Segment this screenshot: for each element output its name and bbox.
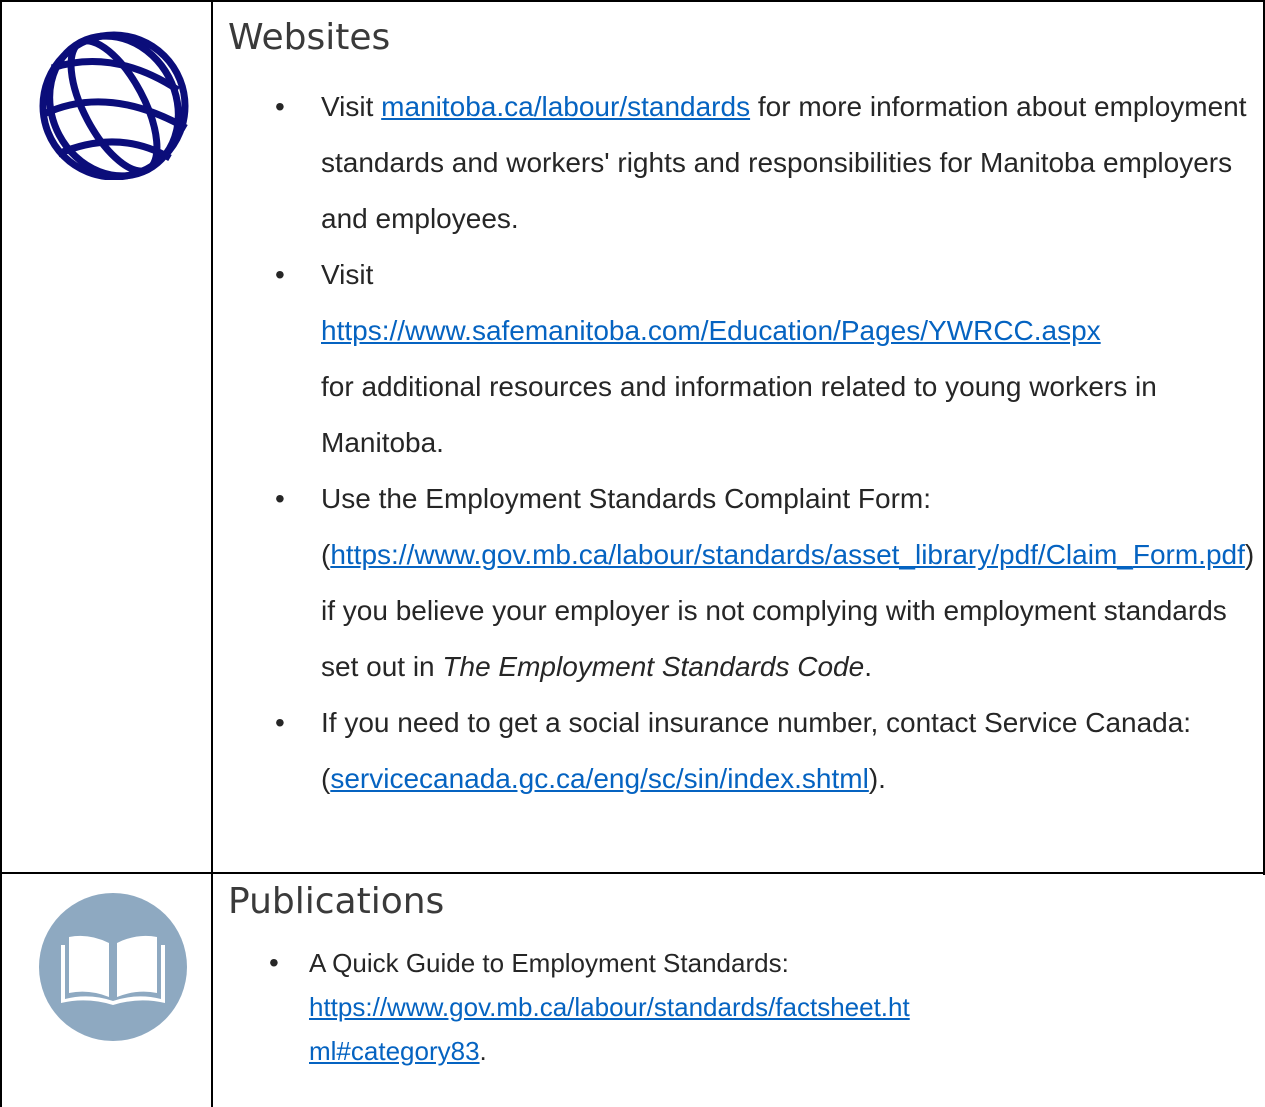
item-text-post: for additional resources and information… [321, 371, 1157, 458]
link-complaint-form[interactable]: https://www.gov.mb.ca/labour/standards/a… [330, 539, 1245, 570]
websites-heading: Websites [228, 17, 391, 58]
item-text-post: ). [868, 763, 886, 794]
open-book-icon [39, 893, 187, 1041]
table-divider-horizontal [0, 872, 1265, 874]
code-title: The Employment Standards Code [442, 651, 865, 682]
table-border-top [0, 0, 1265, 2]
list-item: • If you need to get a social insurance … [275, 695, 1255, 807]
bullet-icon: • [269, 947, 279, 978]
list-item: • A Quick Guide to Employment Standards:… [269, 941, 1209, 1073]
item-text-pre: Visit [321, 259, 374, 290]
globe-icon [38, 28, 190, 184]
item-text-pre: Visit [321, 91, 382, 122]
bullet-icon: • [275, 483, 285, 514]
link-part-2: Form.pdf [1132, 539, 1245, 570]
publications-list: • A Quick Guide to Employment Standards:… [269, 941, 1209, 1073]
bullet-icon: • [275, 91, 285, 122]
bullet-icon: • [275, 259, 285, 290]
table-divider-vertical [211, 0, 213, 1107]
publications-heading: Publications [228, 881, 445, 922]
item-text-pre: A Quick Guide to Employment Standards: [309, 948, 789, 978]
link-manitoba-labour-standards[interactable]: manitoba.ca/labour/standards [381, 91, 750, 122]
link-part-1: https://www.gov.mb.ca/labour/standards/a… [330, 539, 1133, 570]
bullet-icon: • [275, 707, 285, 738]
item-text-post: . [864, 651, 872, 682]
websites-list: • Visit manitoba.ca/labour/standards for… [275, 79, 1255, 807]
table-border-left [0, 0, 2, 1107]
list-item: • Use the Employment Standards Complaint… [275, 471, 1255, 695]
link-safemanitoba-ywrcc[interactable]: https://www.safemanitoba.com/Education/P… [321, 315, 1101, 346]
link-service-canada-sin[interactable]: servicecanada.gc.ca/eng/sc/sin/index.sht… [330, 763, 869, 794]
link-quick-guide[interactable]: https://www.gov.mb.ca/labour/standards/f… [309, 985, 1209, 1066]
link-part-2: ml#category83 [309, 1036, 480, 1066]
list-item: • Visit manitoba.ca/labour/standards for… [275, 79, 1255, 247]
item-text-post: . [479, 1036, 487, 1066]
link-part-1: https://www.gov.mb.ca/labour/standards/f… [309, 992, 910, 1022]
resources-table: Websites • Visit manitoba.ca/labour/stan… [0, 0, 1265, 1107]
list-item: • Visit https://www.safemanitoba.com/Edu… [275, 247, 1255, 471]
